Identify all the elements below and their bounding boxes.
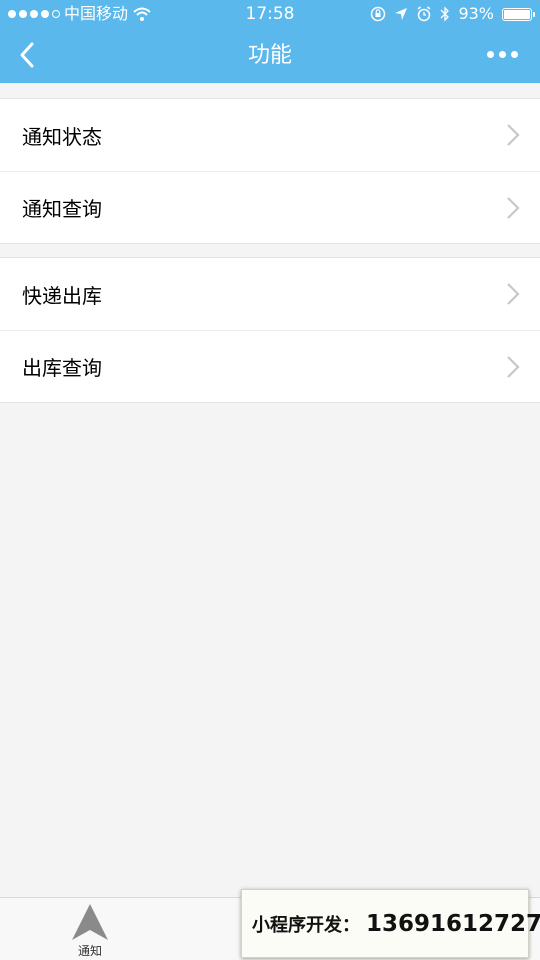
header: 中国移动 17:58 93% 功能 [0, 0, 540, 83]
menu-item-express-outbound[interactable]: 快递出库 [0, 258, 540, 330]
status-bar: 中国移动 17:58 93% [0, 0, 540, 28]
promo-phone: 13691612727 [366, 910, 540, 937]
promo-label: 小程序开发： [252, 914, 360, 936]
menu-item-outbound-query[interactable]: 出库查询 [0, 330, 540, 402]
navigation-bar: 功能 [0, 28, 540, 83]
menu-item-label: 通知状态 [22, 124, 102, 149]
bluetooth-icon [440, 6, 450, 22]
menu-item-label: 通知查询 [22, 197, 102, 221]
status-right: 93% [370, 0, 535, 28]
send-arrow-icon [72, 904, 108, 940]
chevron-right-icon [507, 283, 520, 305]
menu-group-notify: 通知状态 通知查询 [0, 98, 540, 244]
menu-item-label: 出库查询 [22, 356, 102, 380]
battery-percent: 93% [458, 4, 494, 23]
battery-fill [504, 9, 530, 19]
menu-item-notify-query[interactable]: 通知查询 [0, 171, 540, 243]
alarm-clock-icon [417, 6, 431, 22]
chevron-right-icon [507, 124, 520, 146]
menu-group-outbound: 快递出库 出库查询 [0, 257, 540, 403]
location-arrow-icon [395, 8, 408, 20]
battery-icon [502, 7, 535, 21]
chevron-right-icon [507, 356, 520, 378]
tab-notify[interactable]: 通知 [0, 898, 180, 960]
rotation-lock-icon [371, 6, 386, 22]
menu-item-notify-status[interactable]: 通知状态 [0, 99, 540, 171]
tab-label: 通知 [77, 944, 102, 958]
menu-item-label: 快递出库 [22, 283, 102, 308]
promo-banner: 小程序开发： 13691612727 [241, 889, 540, 958]
more-dots-icon[interactable] [487, 51, 518, 58]
chevron-right-icon [507, 197, 520, 219]
page-title: 功能 [247, 43, 292, 68]
